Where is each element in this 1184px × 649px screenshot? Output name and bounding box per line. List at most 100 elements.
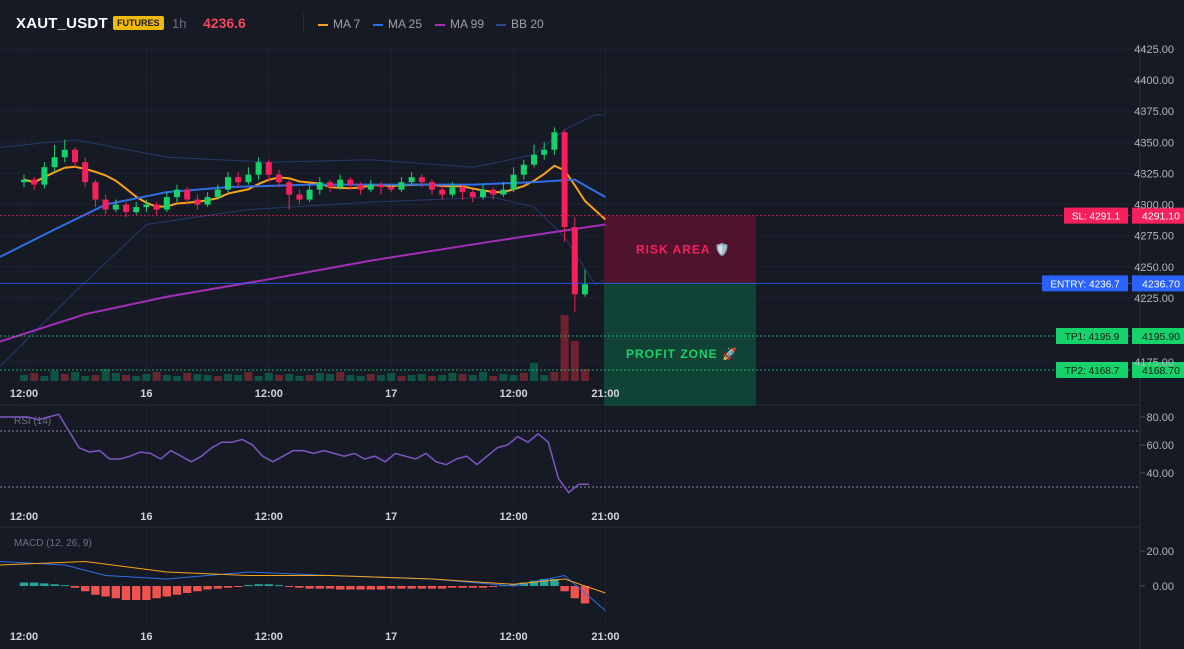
- volume-bar: [336, 372, 345, 381]
- price-tick-label: 4300.00: [1134, 200, 1174, 212]
- candle-body: [82, 162, 89, 183]
- time-tick-label: 12:00: [10, 511, 38, 523]
- macd-histogram-bar: [223, 586, 233, 588]
- macd-histogram-bar: [560, 586, 569, 592]
- rsi-line: [0, 413, 590, 494]
- tp1-price-label: 4195.90: [1142, 331, 1180, 343]
- macd-histogram-bar: [305, 586, 314, 589]
- volume-bar: [193, 374, 202, 381]
- candle-body: [398, 182, 405, 190]
- macd-histogram-bar: [570, 586, 579, 599]
- time-tick-label: 17: [385, 511, 397, 523]
- price-tick-label: 4350.00: [1134, 137, 1174, 149]
- volume-bar: [519, 373, 528, 381]
- candle-body: [123, 204, 129, 213]
- volume-bar: [30, 373, 39, 381]
- macd-histogram-bar: [346, 586, 355, 590]
- volume-bar: [560, 315, 569, 381]
- macd-histogram-bar: [580, 586, 590, 604]
- candlesticks: [21, 127, 588, 312]
- time-tick-label: 21:00: [591, 631, 619, 643]
- candle-body: [429, 182, 435, 190]
- rsi-tick-label: 60.00: [1146, 440, 1174, 452]
- volume-bar: [407, 375, 416, 381]
- time-tick-label: 17: [385, 631, 397, 643]
- candle-body: [184, 189, 191, 200]
- candle-body: [235, 177, 242, 183]
- candle-body: [194, 199, 201, 205]
- macd-histogram-bar: [295, 586, 304, 588]
- entry-price-label: 4236.70: [1142, 278, 1180, 290]
- volume-bar: [101, 369, 110, 381]
- candle-body: [143, 204, 150, 208]
- macd-title: MACD (12, 26, 9): [14, 538, 92, 549]
- volume-bar: [387, 373, 396, 381]
- rsi-tick-label: 80.00: [1146, 412, 1174, 424]
- level-lines: SL: 4291.1 4291.10 ENTRY: 4236.7 4236.70 TP1…: [0, 207, 1184, 378]
- price-tick-label: 4175.00: [1134, 357, 1174, 369]
- macd-histogram-bar: [254, 584, 263, 586]
- volume-bar: [224, 374, 232, 381]
- bollinger-bands: [0, 114, 606, 367]
- axes: 4425.00 4400.00 4375.00 4350.00 4325.00 4300.…: [10, 44, 1174, 643]
- time-tick-label: 16: [140, 511, 152, 523]
- candle-body: [469, 192, 476, 198]
- time-tick-label: 21:00: [591, 511, 619, 523]
- tp2-tag-label: TP2: 4168.7: [1065, 366, 1120, 377]
- moving-averages: [0, 164, 607, 343]
- grid-lines: [0, 44, 1141, 649]
- volume-bar: [213, 376, 222, 381]
- time-tick-label: 12:00: [500, 388, 528, 400]
- rsi-pane[interactable]: RSI (14) 80.0060.0040.00: [0, 412, 1174, 494]
- volume-bar: [132, 376, 141, 381]
- macd-histogram-bar: [264, 584, 273, 586]
- volume-bar: [71, 372, 79, 381]
- price-tick-label: 4275.00: [1134, 231, 1174, 243]
- volume-bar: [203, 375, 212, 381]
- volume-bar: [20, 375, 28, 381]
- macd-histogram-bar: [111, 586, 120, 599]
- macd-histogram-bar: [438, 586, 447, 589]
- candle-body: [245, 174, 252, 183]
- volume-bar: [377, 375, 385, 381]
- macd-histogram-bar: [152, 586, 161, 599]
- macd-histogram-bar: [142, 586, 151, 600]
- profit-zone-label: PROFIT ZONE 🚀: [626, 347, 738, 361]
- volume-bar: [479, 372, 487, 381]
- macd-histogram-bar: [60, 585, 69, 587]
- volume-bar: [468, 375, 477, 381]
- candle-body: [388, 187, 395, 190]
- macd-histogram-bar: [193, 586, 202, 592]
- price-tick-label: 4250.00: [1134, 262, 1174, 274]
- volume-bar: [356, 376, 365, 381]
- candle-body: [276, 174, 282, 183]
- macd-histogram-bar: [397, 586, 406, 589]
- volume-bar: [50, 371, 59, 381]
- macd-tick-label: 0.00: [1153, 581, 1174, 593]
- volume-bar: [254, 376, 263, 381]
- candle-body: [286, 182, 293, 195]
- volume-bar: [315, 373, 324, 381]
- volume-bar: [397, 376, 406, 381]
- time-tick-label: 12:00: [255, 388, 283, 400]
- candle-body: [255, 162, 262, 175]
- volume-bar: [570, 341, 579, 381]
- profit-zone: [604, 283, 756, 406]
- trading-chart[interactable]: RISK AREA 🛡️ PROFIT ZONE 🚀 SL: 4291.1 429…: [0, 0, 1184, 649]
- candle-body: [214, 189, 221, 198]
- volume-bar: [550, 372, 559, 381]
- volume-bar: [111, 373, 120, 381]
- volume-bar: [60, 374, 69, 381]
- volume-bar: [40, 376, 49, 381]
- entry-tag-label: ENTRY: 4236.7: [1050, 279, 1120, 290]
- volume-bar: [489, 376, 498, 381]
- volume-bar: [122, 375, 130, 381]
- bb-upper: [0, 114, 606, 168]
- macd-histogram-bar: [19, 582, 29, 586]
- macd-pane[interactable]: MACD (12, 26, 9) 20.00 0.00: [0, 538, 1174, 611]
- macd-histogram-bar: [213, 586, 222, 589]
- price-tick-label: 4375.00: [1134, 106, 1174, 118]
- candle-body: [408, 177, 415, 183]
- volume-bar: [295, 376, 304, 381]
- candle-body: [347, 179, 354, 185]
